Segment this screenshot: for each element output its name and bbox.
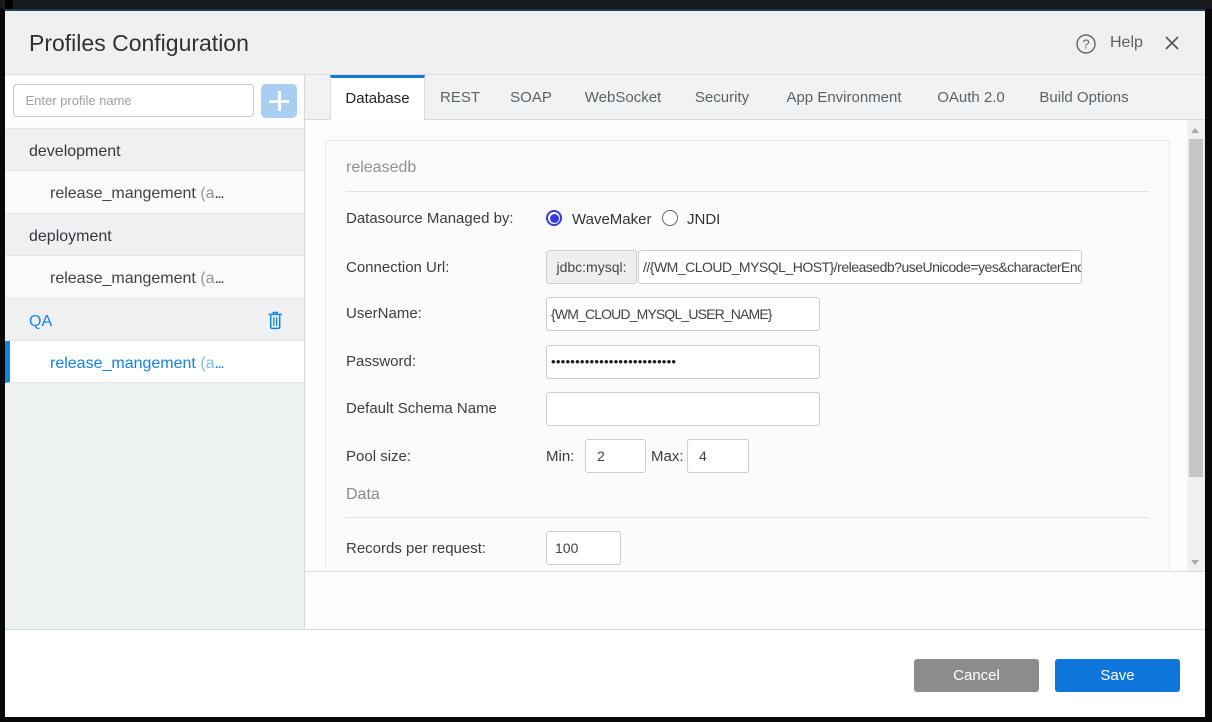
svg-text:?: ? [1082,37,1089,52]
